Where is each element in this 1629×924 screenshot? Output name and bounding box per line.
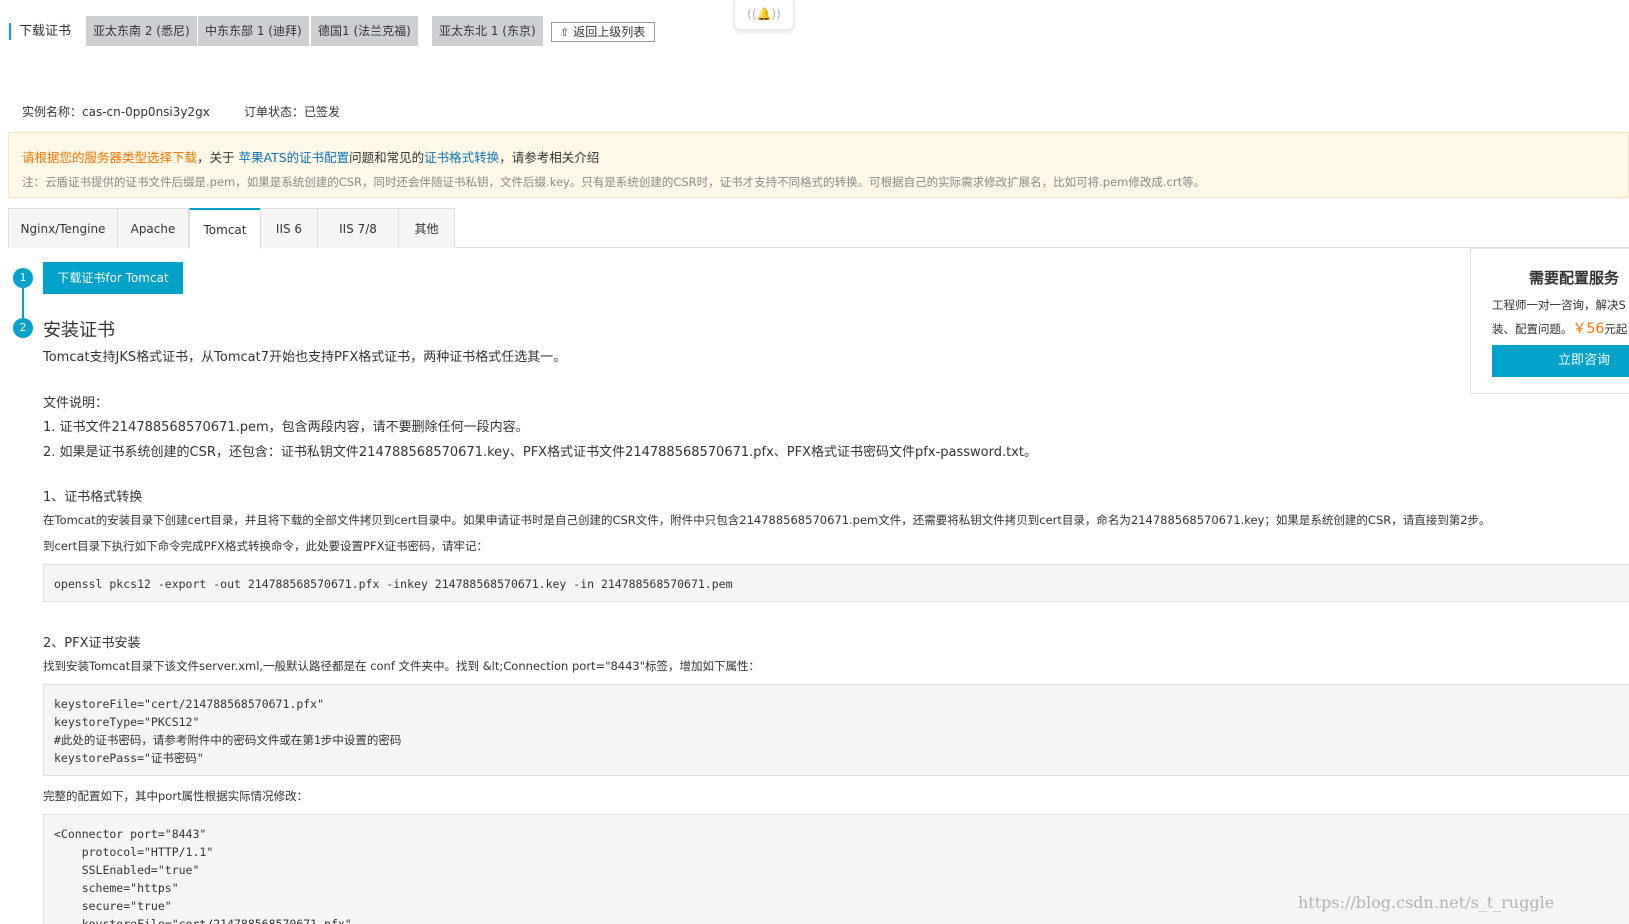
- file-item-1: 1. 证书文件214788568570671.pem，包含两段内容，请不要删除任…: [43, 420, 529, 435]
- back-to-list-button[interactable]: ⇧ 返回上级列表: [551, 22, 655, 42]
- notification-bell-icon[interactable]: ((🔔)): [734, 0, 794, 30]
- step-connector: [22, 288, 24, 318]
- tab-apache[interactable]: Apache: [117, 208, 189, 248]
- tab-iis78[interactable]: IIS 7/8: [317, 208, 399, 248]
- promo-price: ￥56: [1572, 321, 1605, 337]
- notice-box: 请根据您的服务器类型选择下载，关于 苹果ATS的证书配置问题和常见的证书格式转换…: [8, 132, 1629, 198]
- server-type-tabs: Nginx/Tengine Apache Tomcat IIS 6 IIS 7/…: [8, 208, 1629, 249]
- promo-price-suffix: 元起: [1604, 322, 1628, 336]
- instance-name: 实例名称：cas-cn-0pp0nsi3y2gx: [22, 105, 210, 119]
- notice-note: 注：云盾证书提供的证书文件后缀是.pem，如果是系统创建的CSR，同时还会伴随证…: [22, 175, 1206, 189]
- step-2-badge: 2: [13, 318, 33, 338]
- promo-desc: 工程师一对一咨询，解决S: [1492, 298, 1626, 312]
- download-tomcat-button[interactable]: 下载证书for Tomcat: [43, 262, 183, 294]
- promo-desc-2: 装、配置问题。￥56元起: [1492, 318, 1627, 338]
- page-title: 下载证书: [9, 23, 71, 40]
- section-2-desc-2: 完整的配置如下，其中port属性根据实际情况修改：: [43, 789, 309, 803]
- order-status: 订单状态：已签发: [244, 105, 341, 119]
- code-block-keystore: keystoreFile="cert/214788568570671.pfx" …: [43, 684, 1629, 776]
- region-tab-frankfurt[interactable]: 德国1 (法兰克福): [311, 16, 418, 46]
- tab-nginx[interactable]: Nginx/Tengine: [8, 208, 118, 248]
- region-tab-sydney[interactable]: 亚太东南 2 (悉尼): [86, 16, 197, 46]
- section-2-title: 2、PFX证书安装: [43, 636, 141, 651]
- tab-iis6[interactable]: IIS 6: [260, 208, 318, 248]
- region-tab-tokyo[interactable]: 亚太东北 1 (东京): [432, 16, 543, 46]
- step-1-badge: 1: [13, 268, 33, 288]
- ats-config-link[interactable]: 苹果ATS的证书配置: [239, 150, 350, 165]
- watermark: https://blog.csdn.net/s_t_ruggle: [1298, 893, 1555, 912]
- section-1-desc: 在Tomcat的安装目录下创建cert目录，并且将下载的全部文件拷贝到cert目…: [43, 513, 1491, 527]
- file-item-2: 2. 如果是证书系统创建的CSR，还包含：证书私钥文件2147885685706…: [43, 445, 1037, 460]
- tab-tomcat[interactable]: Tomcat: [189, 208, 261, 249]
- install-title: 安装证书: [43, 320, 115, 341]
- section-2-desc: 找到安装Tomcat目录下该文件server.xml,一般默认路径都是在 con…: [43, 659, 761, 673]
- intro-text: Tomcat支持JKS格式证书，从Tomcat7开始也支持PFX格式证书，两种证…: [43, 350, 567, 365]
- promo-desc-text: 装、配置问题。: [1492, 322, 1573, 336]
- code-block-openssl: openssl pkcs12 -export -out 214788568570…: [43, 564, 1629, 602]
- notice-line: 请根据您的服务器类型选择下载，关于 苹果ATS的证书配置问题和常见的证书格式转换…: [22, 147, 599, 166]
- upload-arrow-icon: ⇧: [560, 26, 570, 39]
- consult-now-button[interactable]: 立即咨询: [1492, 345, 1629, 377]
- notice-text: ，关于: [197, 150, 239, 165]
- promo-title: 需要配置服务: [1529, 269, 1620, 287]
- tab-other[interactable]: 其他: [398, 208, 455, 248]
- back-label: 返回上级列表: [573, 25, 646, 39]
- top-bar: 下载证书 亚太东南 2 (悉尼) 中东东部 1 (迪拜) 德国1 (法兰克福) …: [0, 0, 1629, 60]
- notice-highlight: 请根据您的服务器类型选择下载: [22, 150, 198, 165]
- files-title: 文件说明：: [43, 396, 109, 411]
- notice-text: ，请参考相关介绍: [499, 150, 600, 165]
- section-1-desc-2: 到cert目录下执行如下命令完成PFX格式转换命令，此处要设置PFX证书密码，请…: [43, 539, 488, 553]
- region-tab-dubai[interactable]: 中东东部 1 (迪拜): [198, 16, 309, 46]
- consult-promo-card: 需要配置服务 工程师一对一咨询，解决S 装、配置问题。￥56元起 立即咨询: [1470, 248, 1629, 394]
- format-convert-link[interactable]: 证书格式转换: [424, 150, 499, 165]
- section-1-title: 1、证书格式转换: [43, 490, 143, 505]
- notice-text: 问题和常见的: [349, 150, 425, 165]
